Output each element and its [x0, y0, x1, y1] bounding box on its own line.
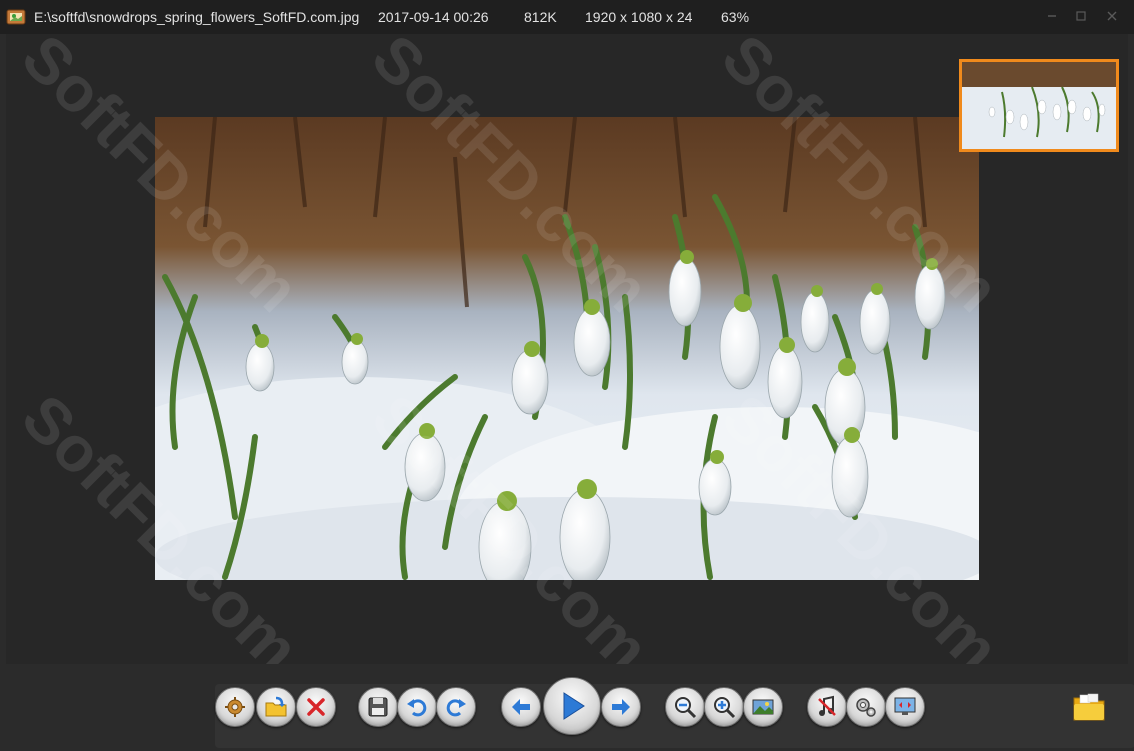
rotate-left-icon: [407, 699, 427, 717]
browse-folder-button[interactable]: [1072, 692, 1106, 722]
minimize-icon: [1048, 15, 1056, 17]
zoom-level: 63%: [721, 9, 750, 25]
open-button[interactable]: [256, 687, 296, 727]
fullscreen-button[interactable]: [885, 687, 925, 727]
file-path: E:\softfd\snowdrops_spring_flowers_SoftF…: [34, 9, 360, 25]
previous-button[interactable]: [501, 687, 541, 727]
maximize-icon: [1076, 11, 1086, 21]
fit-image-icon: [752, 699, 774, 715]
title-bar: E:\softfd\snowdrops_spring_flowers_SoftF…: [0, 0, 1134, 34]
next-icon: [612, 699, 630, 715]
zoom-in-icon: [714, 697, 736, 719]
play-slideshow-icon: [563, 692, 585, 720]
rotate-right-button[interactable]: [436, 687, 476, 727]
snowdrops-photo: [155, 117, 979, 580]
delete-button[interactable]: [296, 687, 336, 727]
zoom-out-icon: [675, 697, 697, 719]
zoom-in-button[interactable]: [704, 687, 744, 727]
options-button[interactable]: [846, 687, 886, 727]
previous-icon: [512, 699, 530, 715]
save-button[interactable]: [358, 687, 398, 727]
save-icon: [368, 697, 388, 717]
music-icon: [818, 695, 836, 716]
rotate-right-icon: [446, 699, 466, 717]
thumbnail-navigator[interactable]: [959, 59, 1119, 152]
close-icon: [1107, 11, 1117, 21]
fit-image-button[interactable]: [743, 687, 783, 727]
image-dimensions: 1920 x 1080 x 24: [585, 9, 693, 25]
file-size: 812K: [524, 9, 557, 25]
settings-button[interactable]: [215, 687, 255, 727]
music-button[interactable]: [807, 687, 847, 727]
maximize-button[interactable]: [1068, 4, 1094, 28]
settings-icon: [225, 697, 245, 717]
next-button[interactable]: [601, 687, 641, 727]
minimize-button[interactable]: [1039, 4, 1065, 28]
app-icon: [6, 9, 26, 25]
rotate-left-button[interactable]: [397, 687, 437, 727]
close-button[interactable]: [1099, 4, 1125, 28]
open-folder-icon: [265, 696, 287, 717]
browse-folder-icon: [1073, 693, 1105, 721]
fullscreen-icon: [894, 697, 916, 715]
file-date: 2017-09-14 00:26: [378, 9, 489, 25]
main-image[interactable]: [155, 117, 979, 580]
zoom-out-button[interactable]: [665, 687, 705, 727]
options-icon: [856, 698, 876, 717]
play-slideshow-button[interactable]: [543, 677, 601, 735]
delete-icon: [307, 698, 325, 716]
thumbnail-image: [962, 62, 1116, 149]
